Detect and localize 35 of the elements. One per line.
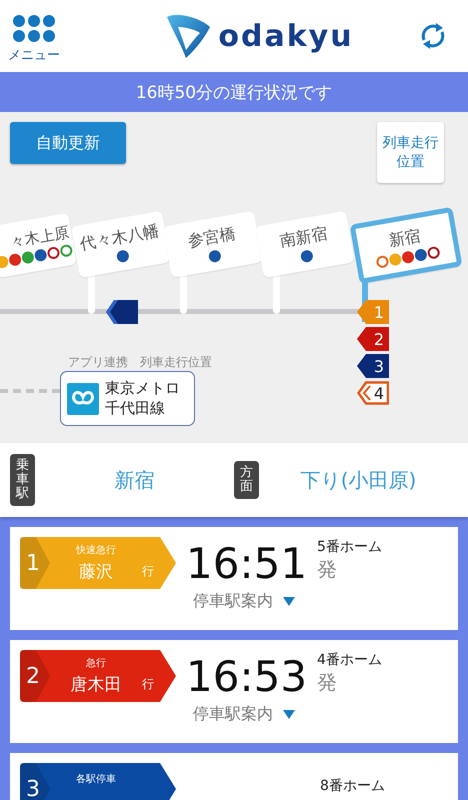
train-card[interactable]: 3 各駅停車 8番ホーム	[10, 753, 458, 800]
auto-update-button[interactable]: 自動更新	[10, 122, 126, 164]
train-marker: 2	[357, 327, 389, 351]
platform-label: 5番ホーム	[317, 538, 382, 556]
dropdown-caret-icon	[283, 710, 295, 719]
logo-mark-icon	[164, 13, 212, 59]
metro-logo-icon	[67, 382, 99, 414]
departure-label: 発	[317, 668, 338, 696]
station-flag[interactable]: 々木上原	[0, 212, 77, 278]
station-flag[interactable]: 新宿	[350, 206, 462, 284]
train-position-button[interactable]: 列車走行位置	[377, 122, 444, 183]
station-label: 乗車駅	[10, 454, 35, 506]
departure-label: 発	[317, 556, 338, 582]
menu-button[interactable]: メニュー	[8, 8, 60, 64]
departure-time: 16:53	[186, 652, 308, 700]
direction-label: 方面	[234, 460, 259, 500]
menu-icon	[13, 14, 55, 42]
platform-label: 4番ホーム	[317, 650, 382, 668]
train-type-badge: 1 快速急行 藤沢 行	[20, 537, 176, 589]
station-flag[interactable]: 代々木八幡	[70, 210, 171, 278]
dropdown-caret-icon	[283, 597, 295, 606]
logo-text: odakyu	[218, 18, 354, 54]
train-marker: 3	[357, 354, 389, 378]
stops-info-link[interactable]: 停車駅案内	[193, 591, 295, 612]
metro-link-button[interactable]: 東京メトロ千代田線	[60, 371, 195, 426]
departure-time: 16:51	[186, 538, 308, 588]
train-type-badge: 3 各駅停車	[20, 763, 176, 800]
platform-label: 8番ホーム	[320, 777, 385, 795]
link-caption: アプリ連携 列車走行位置	[68, 354, 212, 371]
train-marker: 1	[357, 300, 389, 324]
station-flag[interactable]: 参宮橋	[162, 210, 263, 278]
train-type-badge: 2 急行 唐木田 行	[20, 650, 176, 702]
stops-info-link[interactable]: 停車駅案内	[193, 704, 295, 725]
station-flag[interactable]: 南新宿	[254, 210, 355, 278]
train-marker: 4	[357, 381, 389, 405]
